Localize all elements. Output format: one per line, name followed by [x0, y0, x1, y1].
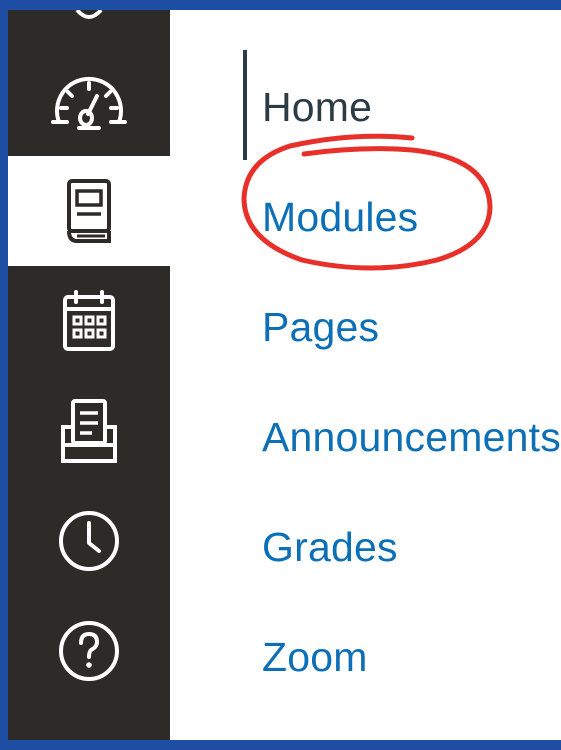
course-nav-modules[interactable]: Modules [262, 192, 418, 242]
global-navigation [8, 10, 170, 740]
course-nav-home[interactable]: Home [262, 82, 372, 132]
global-nav-dashboard[interactable] [8, 46, 170, 156]
course-nav-grades[interactable]: Grades [262, 522, 398, 572]
course-nav-pages[interactable]: Pages [262, 302, 379, 352]
calendar-icon [63, 290, 115, 351]
dashboard-icon [51, 76, 127, 130]
help-icon [59, 621, 119, 681]
current-page-indicator [243, 50, 247, 160]
course-nav-zoom[interactable]: Zoom [262, 632, 368, 682]
global-nav-top-item-partial[interactable] [8, 10, 170, 30]
global-nav-history[interactable] [8, 486, 170, 596]
course-navigation: Home Modules Pages Announcements Grades … [170, 10, 561, 740]
history-icon [59, 511, 119, 571]
global-nav-help[interactable] [8, 596, 170, 706]
courses-icon [67, 179, 111, 243]
inbox-icon [61, 399, 117, 463]
global-nav-inbox[interactable] [8, 376, 170, 486]
global-nav-courses[interactable] [8, 156, 170, 266]
app-frame: Home Modules Pages Announcements Grades … [8, 10, 561, 740]
course-nav-announcements[interactable]: Announcements [262, 412, 561, 462]
global-nav-calendar[interactable] [8, 266, 170, 376]
partial-icon [75, 10, 103, 19]
